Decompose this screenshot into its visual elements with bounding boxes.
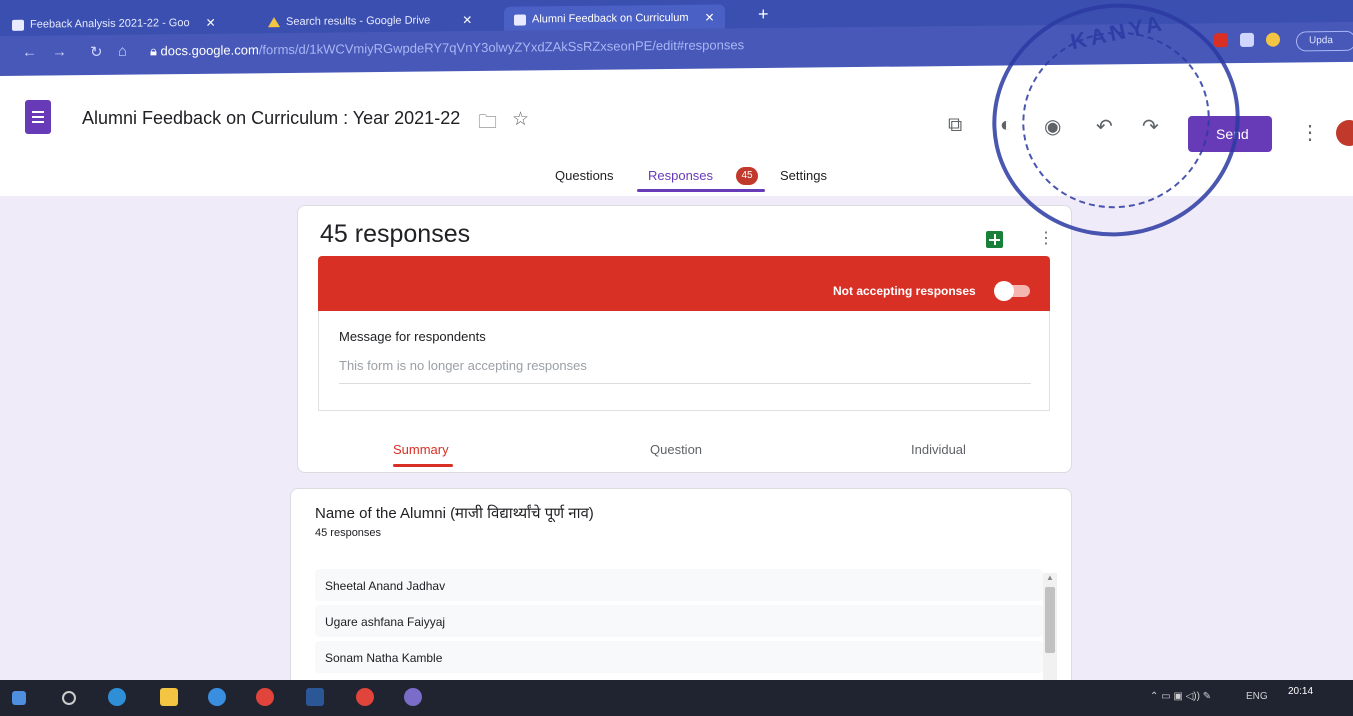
responses-heading: 45 responses — [320, 220, 471, 248]
close-icon[interactable]: ✕ — [206, 16, 216, 30]
list-item: Sonam Natha Kamble — [315, 641, 1043, 673]
tray-icons[interactable]: ⌃ ▭ ▣ ◁)) ✎ — [1150, 691, 1211, 702]
form-title[interactable]: Alumni Feedback on Curriculum : Year 202… — [82, 108, 460, 129]
message-input[interactable]: This form is no longer accepting respons… — [339, 358, 587, 373]
puzzle-icon[interactable] — [1240, 32, 1254, 48]
avatar[interactable] — [1336, 120, 1353, 146]
tab-questions[interactable]: Questions — [555, 168, 614, 183]
sheets-link-icon[interactable] — [986, 231, 1003, 248]
edge-icon[interactable] — [108, 688, 126, 706]
update-button[interactable]: Upda — [1296, 30, 1353, 52]
new-tab-icon[interactable]: + — [758, 4, 769, 25]
forward-icon[interactable]: → — [52, 43, 67, 60]
question-response-count: 45 responses — [315, 527, 382, 539]
subtab-question[interactable]: Question — [650, 442, 702, 457]
accepting-responses-bar: Not accepting responses — [318, 256, 1050, 311]
language-indicator[interactable]: ENG — [1246, 691, 1268, 702]
responses-summary-card: 45 responses ⋮ Not accepting responses M… — [297, 205, 1072, 473]
question-title: Name of the Alumni (माजी विद्यार्थ्यांचे… — [315, 505, 594, 522]
input-underline — [339, 383, 1031, 384]
forms-tab-icon — [514, 13, 526, 26]
back-icon[interactable]: ← — [22, 44, 37, 61]
sheets-tab-icon — [12, 19, 24, 31]
windows-taskbar: ⌃ ▭ ▣ ◁)) ✎ ENG 20:14 — [0, 680, 1353, 716]
list-item: Sheetal Anand Jadhav — [315, 569, 1043, 601]
chrome-icon[interactable] — [256, 688, 274, 706]
lock-icon: 🔒︎ — [150, 43, 161, 59]
scroll-up-icon[interactable]: ▲ — [1046, 573, 1054, 582]
close-icon[interactable]: ✕ — [705, 11, 715, 25]
drive-icon — [268, 17, 280, 28]
folder-icon[interactable]: 🗀︎ — [478, 108, 497, 140]
windows-start-icon[interactable] — [12, 691, 26, 705]
active-tab-indicator — [637, 189, 765, 192]
url-path: /forms/d/1kWCVmiyRGwpdeRY7qVnY3olwyZYxdZ… — [258, 37, 745, 58]
screenshot: Feeback Analysis 2021-22 - Goo ✕ Search … — [0, 0, 1353, 716]
subtab-summary[interactable]: Summary — [393, 442, 449, 457]
more-options-icon[interactable]: ⋮ — [1038, 228, 1054, 248]
message-title: Message for respondents — [339, 329, 486, 344]
file-explorer-icon[interactable] — [160, 688, 178, 706]
url-field[interactable]: 🔒︎ docs.google.com/forms/d/1kWCVmiyRGwpd… — [150, 37, 744, 59]
tab-settings[interactable]: Settings — [780, 168, 827, 183]
tab-responses[interactable]: Responses — [648, 168, 713, 183]
profile-icon[interactable] — [1266, 32, 1280, 47]
toggle-knob[interactable] — [994, 281, 1014, 301]
list-item: Ugare ashfana Faiyyaj — [315, 605, 1043, 637]
more-options-icon[interactable]: ⋮ — [1300, 120, 1320, 145]
tab-label: Feeback Analysis 2021-22 - Goo — [30, 17, 190, 31]
tab-label: Alumni Feedback on Curriculum — [532, 11, 689, 26]
google-forms-logo[interactable] — [25, 100, 51, 134]
star-icon[interactable]: ☆ — [512, 108, 529, 131]
scrollbar-thumb[interactable] — [1045, 587, 1055, 653]
responses-count-badge: 45 — [736, 167, 758, 185]
clock[interactable]: 20:14 — [1288, 686, 1313, 697]
url-host: docs.google.com — [160, 42, 259, 59]
subtab-individual[interactable]: Individual — [911, 442, 966, 457]
mail-icon[interactable] — [208, 688, 226, 706]
respondent-message-box: Message for respondents This form is no … — [318, 311, 1050, 411]
paint-icon[interactable] — [404, 688, 422, 706]
search-icon[interactable] — [62, 691, 76, 705]
extension-icon[interactable] — [1214, 33, 1228, 48]
question-card: Name of the Alumni (माजी विद्यार्थ्यांचे… — [290, 488, 1072, 689]
chrome-active-icon[interactable] — [356, 688, 374, 706]
word-icon[interactable] — [306, 688, 324, 706]
home-icon[interactable]: ⌂ — [118, 43, 127, 60]
close-icon[interactable]: ✕ — [462, 13, 472, 27]
accepting-responses-label: Not accepting responses — [833, 284, 976, 298]
tab-label: Search results - Google Drive — [286, 14, 431, 29]
active-subtab-indicator — [393, 464, 453, 467]
addon-icon[interactable]: ⧉ — [948, 114, 962, 137]
reload-icon[interactable]: ↻ — [90, 43, 103, 61]
